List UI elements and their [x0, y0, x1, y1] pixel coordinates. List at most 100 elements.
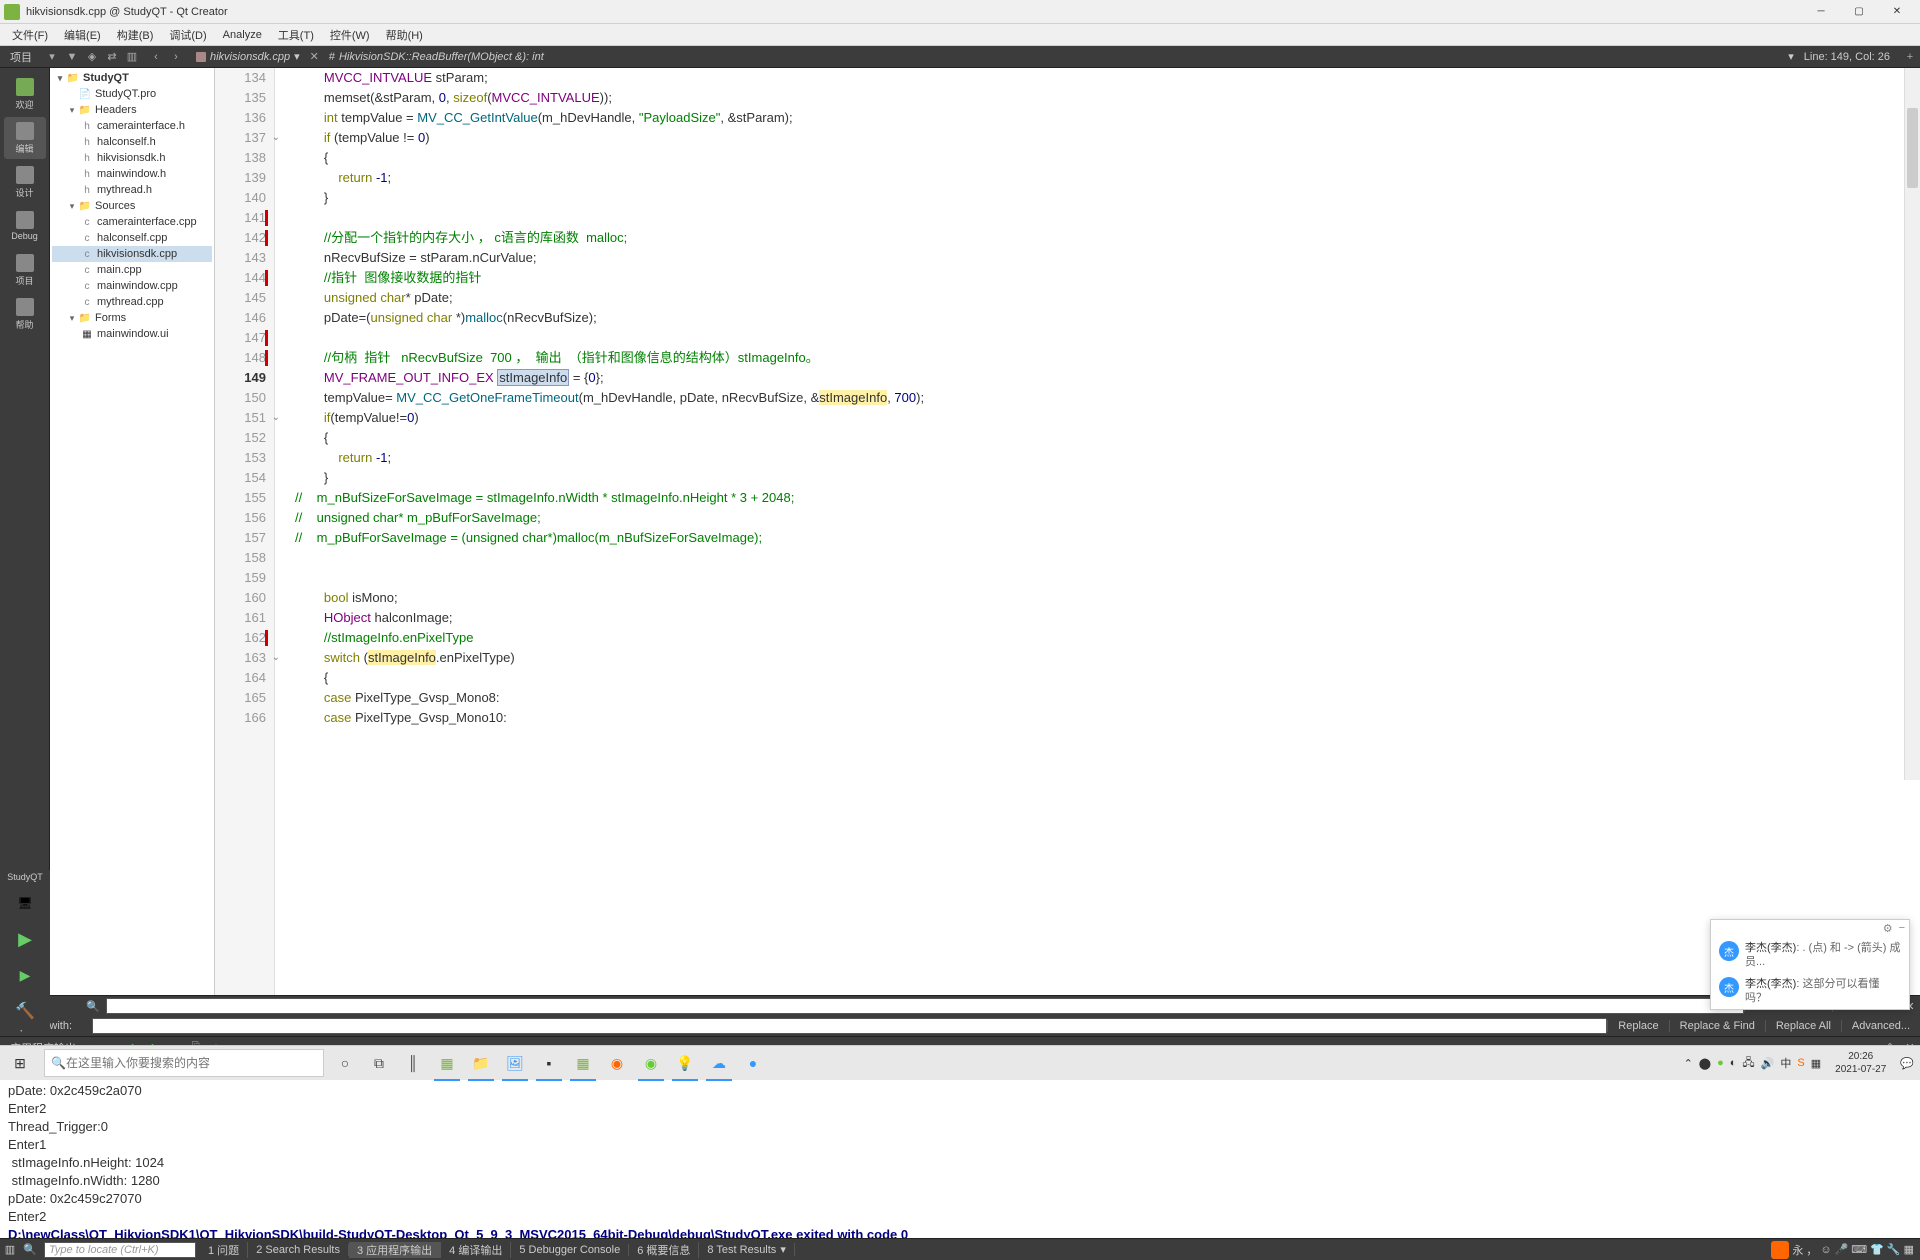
cortana-icon[interactable]: ○: [328, 1046, 362, 1081]
nav-back-icon[interactable]: ‹: [147, 48, 165, 66]
scrollbar-thumb[interactable]: [1907, 108, 1918, 188]
task-view-icon[interactable]: ⧉: [362, 1046, 396, 1081]
pin-icon[interactable]: +: [1901, 48, 1919, 66]
notif-close-icon[interactable]: −: [1899, 922, 1905, 935]
start-button[interactable]: ⊞: [0, 1046, 40, 1081]
mode-welcome[interactable]: 欢迎: [4, 73, 46, 115]
advanced-button[interactable]: Advanced...: [1841, 1020, 1920, 1032]
ime-settings-icon[interactable]: ▦: [1904, 1243, 1914, 1256]
terminal-icon[interactable]: ▪: [532, 1046, 566, 1081]
minimize-button[interactable]: ─: [1802, 1, 1840, 23]
windows-search-box[interactable]: 🔍: [44, 1049, 324, 1077]
close-button[interactable]: ✕: [1878, 1, 1916, 23]
taskbar-app-icon[interactable]: ☁: [702, 1046, 736, 1081]
replace-input[interactable]: [92, 1018, 1607, 1034]
editor-scrollbar[interactable]: [1904, 68, 1920, 780]
kit-monitor-icon[interactable]: 🖥: [10, 888, 40, 918]
notifications-icon[interactable]: 💬: [1900, 1057, 1914, 1070]
mode-edit[interactable]: 编辑: [4, 117, 46, 159]
code-body[interactable]: MVCC_INTVALUE stParam; memset(&stParam, …: [275, 68, 1920, 995]
tree-ui-file[interactable]: ▦mainwindow.ui: [52, 326, 212, 342]
build-button[interactable]: 🔨: [10, 996, 40, 1026]
taskbar-app-icon[interactable]: ▦: [430, 1046, 464, 1081]
system-tray[interactable]: ⌃ ⬤ ● ◐ 🖧 🔊 中 S ▦ 20:26 2021-07-27 💬: [1678, 1050, 1920, 1076]
code-editor[interactable]: 1341351361371381391401411421431441451461…: [215, 68, 1920, 995]
general-messages-tab[interactable]: 6 概要信息: [629, 1242, 699, 1258]
tree-headers-folder[interactable]: ▾📁Headers: [52, 102, 212, 118]
ime-icon[interactable]: 中: [1780, 1055, 1791, 1071]
tree-header-file[interactable]: hhikvisionsdk.h: [52, 150, 212, 166]
taskbar-app-icon[interactable]: ▦: [566, 1046, 600, 1081]
menu-file[interactable]: 文件(F): [4, 25, 56, 45]
find-input[interactable]: [106, 998, 1744, 1014]
dropdown-icon[interactable]: ▾: [43, 48, 61, 66]
link-icon[interactable]: ⇄: [103, 48, 121, 66]
menu-tools[interactable]: 工具(T): [270, 25, 322, 45]
menu-widgets[interactable]: 控件(W): [322, 25, 378, 45]
ime-tools-icon[interactable]: 🔧: [1887, 1243, 1901, 1256]
menu-edit[interactable]: 编辑(E): [56, 25, 109, 45]
tray-icon[interactable]: ◐: [1730, 1057, 1737, 1069]
tree-cpp-file[interactable]: cmainwindow.cpp: [52, 278, 212, 294]
dropdown-icon[interactable]: ▾: [294, 50, 300, 63]
menu-build[interactable]: 构建(B): [109, 25, 162, 45]
tree-header-file[interactable]: hmainwindow.h: [52, 166, 212, 182]
taskbar-app-icon[interactable]: ●: [736, 1046, 770, 1081]
menu-debug[interactable]: 调试(D): [161, 25, 214, 45]
debugger-console-tab[interactable]: 5 Debugger Console: [511, 1244, 629, 1256]
tray-icon[interactable]: ●: [1717, 1057, 1724, 1069]
notif-settings-icon[interactable]: ⚙: [1883, 922, 1893, 935]
mode-debug[interactable]: Debug: [4, 205, 46, 247]
tree-project-root[interactable]: ▾📁StudyQT: [52, 70, 212, 86]
tree-header-file[interactable]: hcamerainterface.h: [52, 118, 212, 134]
tray-icon[interactable]: ▦: [1811, 1057, 1821, 1070]
nav-fwd-icon[interactable]: ›: [167, 48, 185, 66]
tree-forms-folder[interactable]: ▾📁Forms: [52, 310, 212, 326]
replace-all-button[interactable]: Replace All: [1765, 1020, 1841, 1032]
mode-help[interactable]: 帮助: [4, 293, 46, 335]
ime-mic-icon[interactable]: 🎤: [1835, 1243, 1849, 1256]
file-explorer-icon[interactable]: 📁: [464, 1046, 498, 1081]
mode-design[interactable]: 设计: [4, 161, 46, 203]
tree-cpp-file[interactable]: cmythread.cpp: [52, 294, 212, 310]
menu-analyze[interactable]: Analyze: [215, 27, 270, 43]
tree-sources-folder[interactable]: ▾📁Sources: [52, 198, 212, 214]
debug-run-button[interactable]: ▶: [10, 960, 40, 990]
sync-icon[interactable]: ◈: [83, 48, 101, 66]
project-tree[interactable]: ▾📁StudyQT 📄StudyQT.pro ▾📁Headers hcamera…: [50, 68, 215, 995]
notif-item[interactable]: 杰 李杰(李杰): 这部分可以看懂吗？: [1711, 973, 1909, 1009]
taskbar-app-icon[interactable]: 💡: [668, 1046, 702, 1081]
locator-icon[interactable]: 🔍: [20, 1240, 40, 1260]
notif-item[interactable]: 杰 李杰(李杰): . (点) 和 -> (箭头) 成员...: [1711, 937, 1909, 973]
menu-help[interactable]: 帮助(H): [378, 25, 431, 45]
issues-tab[interactable]: 1 问题: [200, 1242, 248, 1258]
windows-search-input[interactable]: [66, 1056, 317, 1070]
line-number-gutter[interactable]: 1341351361371381391401411421431441451461…: [215, 68, 275, 995]
project-selector-label[interactable]: 项目: [0, 49, 42, 65]
tree-cpp-file[interactable]: cmain.cpp: [52, 262, 212, 278]
filter-icon[interactable]: ▼: [63, 48, 81, 66]
sogou-icon[interactable]: [1771, 1241, 1789, 1259]
output-body[interactable]: pDate: 0x2c459c2a070 Enter2 Thread_Trigg…: [0, 1078, 1920, 1238]
tree-pro-file[interactable]: 📄StudyQT.pro: [52, 86, 212, 102]
ime-keyboard-icon[interactable]: ⌨: [1851, 1243, 1867, 1256]
replace-button[interactable]: Replace: [1607, 1020, 1668, 1032]
network-icon[interactable]: 🖧: [1742, 1054, 1754, 1073]
breadcrumb-file[interactable]: hikvisionsdk.cpp ▾: [190, 50, 306, 63]
ime-emoji-icon[interactable]: ☺: [1820, 1244, 1831, 1256]
tray-icon[interactable]: S: [1797, 1057, 1804, 1069]
compile-output-tab[interactable]: 4 编译输出: [441, 1242, 511, 1258]
taskbar-clock[interactable]: 20:26 2021-07-27: [1827, 1050, 1894, 1076]
test-results-tab[interactable]: 8 Test Results ▾: [699, 1243, 794, 1256]
tree-cpp-file-active[interactable]: chikvisionsdk.cpp: [52, 246, 212, 262]
split-icon[interactable]: ▥: [0, 1240, 20, 1260]
kit-selector[interactable]: StudyQT: [7, 872, 43, 882]
tree-cpp-file[interactable]: ccamerainterface.cpp: [52, 214, 212, 230]
replace-find-button[interactable]: Replace & Find: [1669, 1020, 1765, 1032]
ime-toolbar[interactable]: 永 ， ☺ 🎤 ⌨ 👕 🔧 ▦: [1765, 1241, 1920, 1259]
tree-header-file[interactable]: hmythread.h: [52, 182, 212, 198]
tray-icon[interactable]: ⬤: [1699, 1057, 1711, 1070]
maximize-button[interactable]: ▢: [1840, 1, 1878, 23]
app-output-tab[interactable]: 3 应用程序输出: [349, 1242, 441, 1258]
volume-icon[interactable]: 🔊: [1761, 1057, 1775, 1070]
